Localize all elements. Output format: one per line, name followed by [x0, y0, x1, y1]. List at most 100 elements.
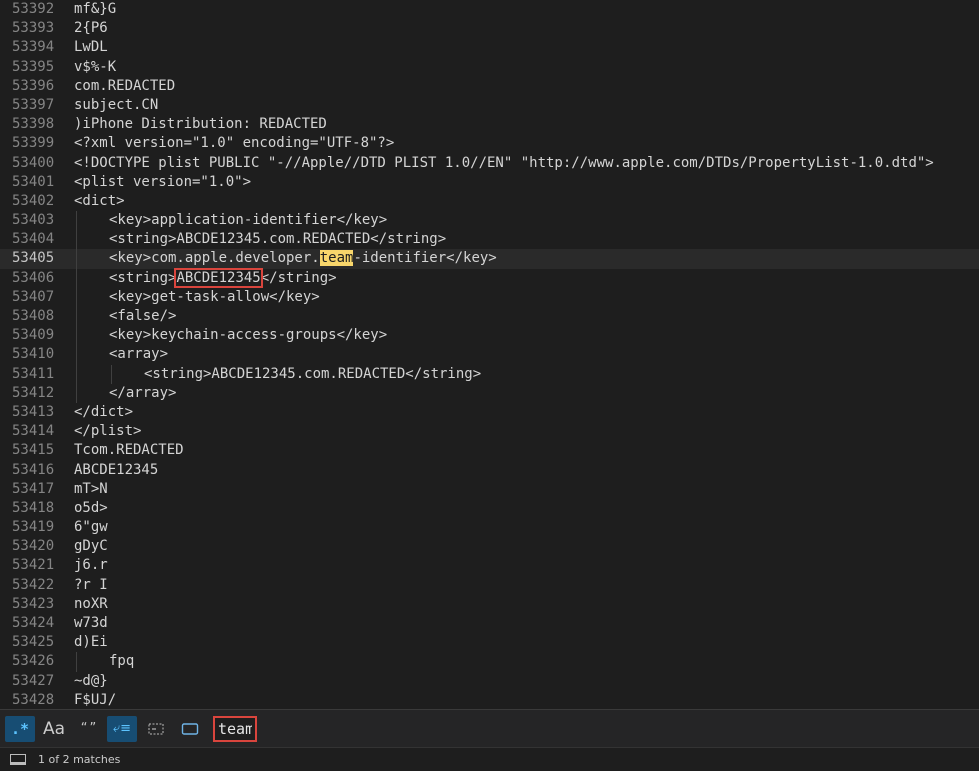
line-number: 53409 — [12, 327, 55, 344]
code-line[interactable]: 53405 <key>com.apple.developer.team-ident… — [0, 249, 979, 269]
indent-guide — [76, 364, 77, 384]
line-text: ABCDE12345 — [74, 461, 159, 478]
indent-guide — [76, 287, 77, 307]
whole-word-toggle[interactable]: “ ” — [73, 716, 103, 742]
line-number: 53407 — [12, 288, 55, 305]
line-number: 53398 — [12, 116, 55, 133]
line-text: <false/> — [109, 308, 177, 324]
indent-guide — [111, 364, 112, 384]
indent-guide — [76, 268, 77, 288]
line-text: <string>ABCDE12345.com.REDACTED</string> — [109, 231, 447, 248]
code-line[interactable]: 53428 F$UJ/ — [0, 691, 979, 709]
code-line[interactable]: 53410 <array> — [0, 345, 979, 365]
indent-guide — [76, 326, 77, 346]
code-line[interactable]: 53404 <string>ABCDE12345.com.REDACTED</st… — [0, 230, 979, 250]
code-line[interactable]: 53417 mT>N — [0, 480, 979, 499]
wrap-icon: ⤶≡ — [112, 721, 132, 736]
line-number: 53419 — [12, 519, 55, 536]
line-text: <dict> — [74, 192, 125, 209]
code-line[interactable]: 53424 w73d — [0, 614, 979, 633]
line-number: 53420 — [12, 538, 55, 555]
line-text: )iPhone Distribution: REDACTED — [74, 116, 327, 133]
code-line[interactable]: 53413 </dict> — [0, 403, 979, 422]
status-bar: 1 of 2 matches — [0, 747, 979, 771]
text-segment: </string> — [260, 269, 337, 286]
code-line[interactable]: 53416 ABCDE12345 — [0, 461, 979, 480]
code-line[interactable]: 53393 2{P6 — [0, 19, 979, 38]
line-text: subject.CN — [74, 96, 159, 113]
code-line[interactable]: 53398 )iPhone Distribution: REDACTED — [0, 115, 979, 134]
code-line[interactable]: 53426 fpq — [0, 652, 979, 672]
whole-word-icon: “ ” — [80, 721, 97, 736]
line-text: o5d> — [74, 499, 108, 516]
editor-view[interactable]: 53392 mf&}G 53393 2{P6 53394 LwDL 53395 v$%-K 53… — [0, 0, 979, 709]
code-line[interactable]: 53406 <string>ABCDE12345</string> — [0, 267, 979, 288]
line-number: 53425 — [12, 634, 55, 651]
annotation-box: ABCDE12345 — [174, 267, 263, 288]
line-number: 53412 — [12, 384, 55, 401]
line-text: <key>get-task-allow</key> — [109, 288, 320, 305]
line-text: Tcom.REDACTED — [74, 442, 184, 459]
code-line[interactable]: 53409 <key>keychain-access-groups</key> — [0, 326, 979, 346]
code-line[interactable]: 53411 <string>ABCDE12345.com.REDACTED</st… — [0, 364, 979, 384]
line-text: com.REDACTED — [74, 77, 176, 94]
line-text: w73d — [74, 615, 108, 631]
in-selection-toggle[interactable] — [141, 716, 171, 742]
line-number: 53400 — [12, 154, 55, 171]
code-line[interactable]: 53394 LwDL — [0, 38, 979, 57]
case-sensitive-icon: Aa — [42, 718, 66, 739]
line-number: 53427 — [12, 672, 55, 689]
code-line[interactable]: 53402 <dict> — [0, 192, 979, 211]
line-text: mT>N — [74, 480, 108, 497]
panel-icon[interactable] — [10, 754, 26, 765]
line-text: ?r I — [74, 576, 108, 593]
code-line[interactable]: 53395 v$%-K — [0, 58, 979, 77]
code-line[interactable]: 53412 </array> — [0, 383, 979, 403]
line-text: gDyC — [74, 538, 108, 555]
line-number: 53423 — [12, 595, 55, 612]
code-line[interactable]: 53392 mf&}G — [0, 0, 979, 19]
line-text: <string>ABCDE12345</string> — [109, 267, 337, 288]
code-line[interactable]: 53403 <key>application-identifier</key> — [0, 211, 979, 231]
line-number: 53418 — [12, 499, 55, 516]
line-number: 53410 — [12, 346, 55, 363]
line-number: 53406 — [12, 269, 55, 286]
line-number: 53428 — [12, 691, 55, 708]
regex-toggle[interactable]: .* — [5, 715, 35, 742]
highlight-matches-toggle[interactable] — [175, 716, 205, 742]
search-input[interactable] — [213, 715, 257, 742]
line-number: 53424 — [12, 615, 55, 631]
line-text: fpq — [109, 653, 135, 670]
code-line[interactable]: 53400 <!DOCTYPE plist PUBLIC "-//Apple//D… — [0, 154, 979, 173]
line-number: 53393 — [12, 20, 55, 37]
line-number: 53399 — [12, 135, 55, 152]
line-text: <!DOCTYPE plist PUBLIC "-//Apple//DTD PL… — [74, 154, 934, 171]
indent-guide — [76, 307, 77, 327]
line-text: F$UJ/ — [74, 691, 117, 708]
case-sensitive-toggle[interactable]: Aa — [39, 716, 69, 742]
code-line[interactable]: 53418 o5d> — [0, 499, 979, 518]
wrap-toggle[interactable]: ⤶≡ — [107, 715, 137, 742]
text-segment: <key>com.apple.developer. — [109, 250, 320, 267]
line-text: <array> — [109, 346, 169, 363]
code-line[interactable]: 53399 <?xml version="1.0" encoding="UTF-8… — [0, 134, 979, 153]
line-number: 53417 — [12, 480, 55, 497]
code-line[interactable]: 53421 j6.r — [0, 556, 979, 575]
code-line[interactable]: 53427 ~d@} — [0, 672, 979, 691]
code-line[interactable]: 53414 </plist> — [0, 422, 979, 441]
code-line[interactable]: 53425 d)Ei — [0, 633, 979, 652]
code-line[interactable]: 53422 ?r I — [0, 576, 979, 595]
code-line[interactable]: 53415 Tcom.REDACTED — [0, 441, 979, 460]
code-line[interactable]: 53423 noXR — [0, 595, 979, 614]
code-line[interactable]: 53397 subject.CN — [0, 96, 979, 115]
code-line[interactable]: 53408 <false/> — [0, 307, 979, 327]
code-line[interactable]: 53396 com.REDACTED — [0, 77, 979, 96]
line-number: 53421 — [12, 557, 55, 574]
indent-guide — [76, 383, 77, 403]
code-line[interactable]: 53401 <plist version="1.0"> — [0, 173, 979, 192]
code-line[interactable]: 53420 gDyC — [0, 537, 979, 556]
code-line[interactable]: 53407 <key>get-task-allow</key> — [0, 287, 979, 307]
indent-guide — [76, 345, 77, 365]
code-line[interactable]: 53419 6"gw — [0, 518, 979, 537]
line-text: <plist version="1.0"> — [74, 173, 252, 190]
